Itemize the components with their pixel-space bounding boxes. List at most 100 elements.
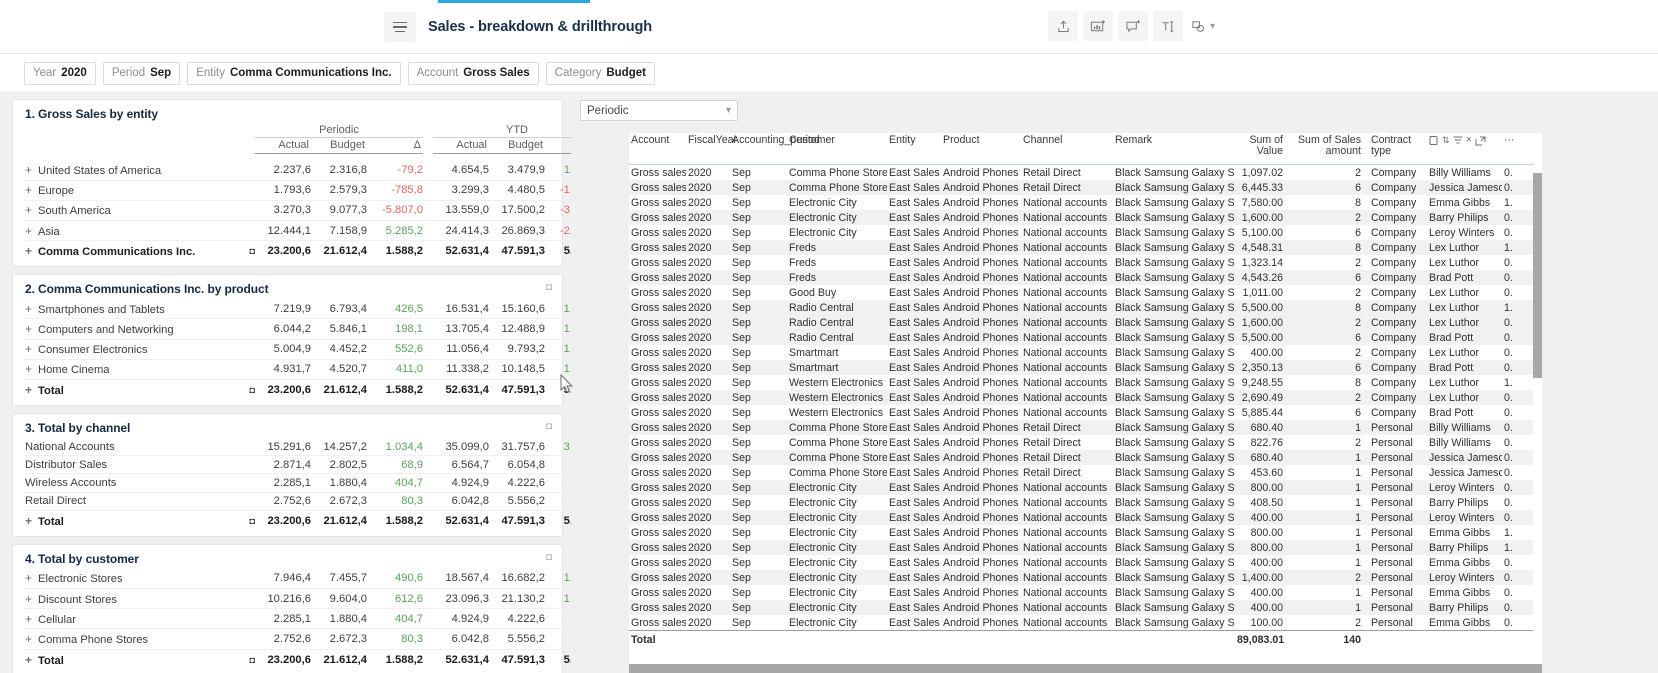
add-chart-icon[interactable] [1083,11,1113,41]
table-row[interactable]: + South America 3.270,3 9.077,3 -5.807,0 13.5… [25,200,571,222]
grid-col-header-customer[interactable]: Customer [787,133,887,166]
expand-toggle[interactable]: + [25,571,38,585]
sort-icon[interactable]: ⇅ [1442,135,1450,145]
expand-toggle[interactable]: + [25,514,38,528]
grid-row[interactable]: Gross sales 2020 Sep Radio Central East Sale… [629,300,1542,316]
table-row[interactable]: + Cellular 2.285,1 1.880,4 404,7 4.924,9 4.222… [25,608,571,630]
filter-chip-year[interactable]: Year 2020 [24,61,96,85]
expand-toggle[interactable]: + [25,244,38,258]
expand-toggle[interactable]: + [25,612,38,626]
table-row[interactable]: + Electronic Stores 7.946,4 7.455,7 490,6 18.… [25,568,571,589]
filter-icon[interactable] [1453,136,1463,145]
filter-chip-period[interactable]: Period Sep [102,61,181,85]
grid-row[interactable]: Gross sales 2020 Sep Smartmart East Sales And… [629,360,1542,376]
grid-col-header-entity[interactable]: Entity [887,133,941,166]
grid-row[interactable]: Gross sales 2020 Sep Electronic City East Sa… [629,540,1542,556]
table-row[interactable]: + Home Cinema 4.931,7 4.520,7 411,0 11.338,2 1… [25,359,571,381]
grid-horizontal-scrollbar[interactable] [629,664,1542,673]
grid-row[interactable]: Gross sales 2020 Sep Comma Phone Stores East… [629,165,1542,181]
signal-icon[interactable]: ◘ [235,240,255,261]
grid-row[interactable]: Gross sales 2020 Sep Comma Phone Stores East… [629,180,1542,196]
table-total-row[interactable]: + Total ◘ 23.200,6 21.612,4 1.588,2 52.631,4 47… [25,379,571,399]
expand-toggle[interactable]: + [25,342,38,356]
grid-row[interactable]: Gross sales 2020 Sep Electronic City East Sa… [629,615,1542,631]
expand-toggle[interactable]: + [25,653,38,667]
grid-col-header-contract-type[interactable]: Contract type [1369,133,1427,166]
grid-col-header-fiscalyear[interactable]: FiscalYear [686,133,737,166]
grid-row[interactable]: Gross sales 2020 Sep Radio Central East Sale… [629,330,1542,346]
table-row[interactable]: National Accounts 15.291,6 14.257,2 1.034,4… [25,438,571,457]
expand-toggle[interactable]: + [25,203,38,217]
expand-toggle[interactable]: + [25,302,38,316]
signal-icon[interactable]: ◘ [546,421,552,432]
table-row[interactable]: Retail Direct 2.752,6 2.672,3 80,3 6.042,8 5.… [25,492,571,511]
grid-col-header-actions-12[interactable]: ⋯ [1502,133,1534,166]
grid-row[interactable]: Gross sales 2020 Sep Western Electronics Eas… [629,375,1542,390]
filter-chip-category[interactable]: Category Budget [545,61,655,85]
signal-icon[interactable]: ◘ [546,552,552,563]
signal-icon[interactable]: ◘ [235,379,255,399]
table-total-row[interactable]: + Comma Communications Inc. ◘ 23.200,6 21.61… [25,240,571,261]
expand-toggle[interactable]: + [25,383,38,397]
table-row[interactable]: + United States of America 2.237,6 2.316,8-… [25,160,571,181]
grid-row[interactable]: Gross sales 2020 Sep Electronic City East Sa… [629,195,1542,210]
grid-row[interactable]: Gross sales 2020 Sep Electronic City East Sa… [629,600,1542,616]
grid-row[interactable]: Gross sales 2020 Sep Smartmart East Sales And… [629,345,1542,360]
add-text-icon[interactable] [1153,11,1183,41]
signal-icon[interactable]: ◘ [546,282,552,293]
grid-row[interactable]: Gross sales 2020 Sep Freds East Sales Android… [629,255,1542,270]
expand-toggle[interactable]: + [25,592,38,606]
grid-row[interactable]: Gross sales 2020 Sep Comma Phone Stores East… [629,450,1542,466]
col-header-0[interactable]: Actual [255,137,311,154]
grid-col-header-product[interactable]: Product [941,133,1021,166]
grid-row[interactable]: Gross sales 2020 Sep Electronic City East Sa… [629,555,1542,570]
col-header-2[interactable]: Δ [367,137,423,154]
expand-toggle[interactable]: + [25,224,38,238]
col-header-1[interactable]: Budget [311,137,367,154]
grid-row[interactable]: Gross sales 2020 Sep Electronic City East Sa… [629,525,1542,540]
grid-row[interactable]: Gross sales 2020 Sep Electronic City East Sa… [629,225,1542,240]
grid-row[interactable]: Gross sales 2020 Sep Electronic City East Sa… [629,210,1542,226]
add-comment-icon[interactable] [1118,11,1148,41]
grid-row[interactable]: Gross sales 2020 Sep Electronic City East Sa… [629,480,1542,496]
expand-toggle[interactable]: + [25,183,38,197]
grid-row[interactable]: Gross sales 2020 Sep Electronic City East Sa… [629,495,1542,510]
grid-horizontal-scroll-thumb[interactable] [629,664,1542,673]
table-total-row[interactable]: + Total ◘ 23.200,6 21.612,4 1.588,2 52.631,4 47… [25,509,571,530]
table-row[interactable]: + Consumer Electronics 5.004,9 4.452,2 552,6… [25,339,571,360]
expand-toggle[interactable]: + [25,322,38,336]
grid-row[interactable]: Gross sales 2020 Sep Freds East Sales Android… [629,270,1542,286]
grid-row[interactable]: Gross sales 2020 Sep Western Electronics Eas… [629,405,1542,420]
grid-vertical-scrollbar[interactable] [1533,173,1542,673]
grid-col-header-account[interactable]: Account [629,133,686,166]
clear-filter-icon[interactable]: ✕ [1466,135,1473,144]
share-icon[interactable] [1048,11,1078,41]
grid-row[interactable]: Gross sales 2020 Sep Western Electronics Eas… [629,390,1542,406]
grid-row[interactable]: Gross sales 2020 Sep Good Buy East Sales Andr… [629,285,1542,300]
col-header-5[interactable]: Δ [545,137,571,154]
grid-row[interactable]: Gross sales 2020 Sep Electronic City East Sa… [629,510,1542,526]
table-row[interactable]: Wireless Accounts 2.285,1 1.880,4 404,7 4.92… [25,473,571,493]
grid-row[interactable]: Gross sales 2020 Sep Freds East Sales Android… [629,240,1542,256]
view-select[interactable]: Periodic ▾ [580,100,738,121]
drillthrough-grid[interactable]: Account FiscalYear Accounting_period Custom… [629,133,1542,673]
chevron-down-icon[interactable]: ▾ [1210,21,1215,32]
shapes-icon[interactable]: ▾ [1188,11,1218,41]
table-row[interactable]: + Smartphones and Tablets 7.219,9 6.793,4 42… [25,299,571,320]
popout-icon[interactable] [1475,136,1486,146]
grid-row[interactable]: Gross sales 2020 Sep Radio Central East Sale… [629,315,1542,331]
col-header-3[interactable]: Actual [433,137,489,154]
expand-toggle[interactable]: + [25,632,38,646]
grid-row[interactable]: Gross sales 2020 Sep Comma Phone Stores East… [629,420,1542,436]
table-row[interactable]: + Europe 1.793,6 2.579,3 -785,8 3.299,3 4.480,… [25,180,571,201]
table-total-row[interactable]: + Total ◘ 23.200,6 21.612,4 1.588,2 52.631,4 47… [25,648,571,669]
expand-toggle[interactable]: + [25,163,38,177]
col-header-4[interactable]: Budget [489,137,545,154]
grid-row[interactable]: Gross sales 2020 Sep Electronic City East Sa… [629,570,1542,586]
grid-col-header-actions-11[interactable]: ⇅ ✕ [1427,133,1502,166]
grid-col-header-sum-of-value[interactable]: Sum of Value [1235,133,1291,166]
table-row[interactable]: + Discount Stores 10.216,6 9.604,0 612,6 23.0… [25,588,571,610]
grid-col-header-sum-of-sales-amount[interactable]: Sum of Sales amount [1291,133,1369,166]
hamburger-icon[interactable] [384,12,416,42]
expand-toggle[interactable]: + [25,362,38,376]
